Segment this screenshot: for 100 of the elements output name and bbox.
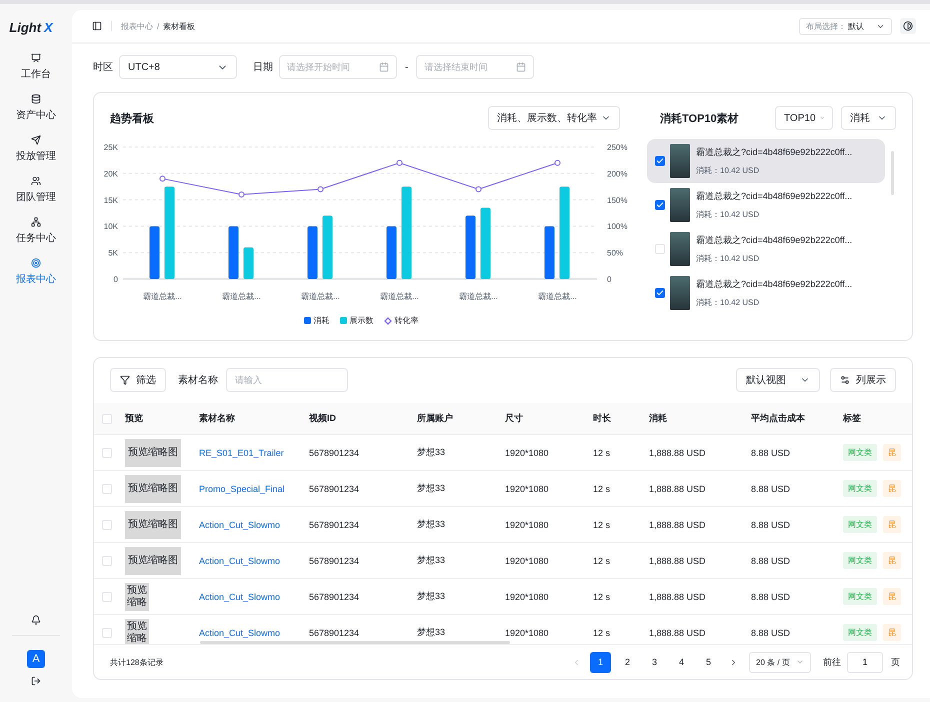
tag: 昆 [883,516,901,533]
date-separator: - [405,62,408,72]
page-button[interactable]: 5 [698,652,719,672]
page-button[interactable]: 3 [644,652,665,672]
axis-label: 15K [104,196,118,205]
users-icon [31,176,41,186]
filter-icon [120,375,130,385]
axis-label: 25K [104,143,118,152]
bar [544,226,554,279]
tag: 昆 [883,624,901,641]
poster-placeholder [670,276,690,310]
nav-item[interactable]: 报表中心 [16,258,56,299]
avatar[interactable]: A [27,650,45,668]
material-link[interactable]: RE_S01_E01_Trailer [199,448,309,458]
tag: 昆 [883,480,901,497]
material-link[interactable]: Promo_Special_Final [199,484,309,494]
axis-label: 0 [607,275,612,284]
axis-label: 20K [104,169,118,178]
table-cell-text: 8.88 USD [751,520,792,530]
tag: 网文类 [843,552,877,569]
axis-label: 150% [607,196,628,205]
sidebar-toggle-icon[interactable] [92,21,102,31]
row-checkbox[interactable] [102,484,112,494]
table-cell-text: 8.88 USD [751,484,792,494]
tag: 昆 [883,444,901,461]
legend-marker [384,316,392,324]
sort-metric-select[interactable]: 消耗 [841,106,896,130]
metric-select[interactable]: 消耗、展示数、转化率 [488,106,620,130]
row-checkbox[interactable] [102,592,112,602]
table-cell-text: 1920*1080 [505,484,550,494]
nav-item[interactable]: 投放管理 [16,135,56,176]
bar [322,216,332,279]
checkbox[interactable] [655,200,665,210]
material-link[interactable]: Action_Cut_Slowmo [199,520,309,530]
presentation-icon [31,53,41,63]
page-button[interactable]: 4 [671,652,692,672]
column-header: 所属账户 [417,412,454,425]
name-filter-field[interactable]: 请输入 [226,368,348,392]
goto-page-field[interactable]: 1 [847,652,883,672]
material-link[interactable]: Action_Cut_Slowmo [199,592,309,602]
total-count: 共计128条记录 [110,656,164,668]
legend-label: 转化率 [394,315,418,326]
row-checkbox[interactable] [102,520,112,530]
row-checkbox[interactable] [102,628,112,638]
bar [386,226,396,279]
nav-item[interactable]: 资产中心 [16,94,56,135]
view-select[interactable]: 默认视图 [736,368,820,392]
tag: 网文类 [843,444,877,461]
layout-select[interactable]: 布局选择： 默认 [799,18,892,34]
axis-label: 霸道总裁... [143,292,182,301]
name-filter-label: 素材名称 [178,374,218,387]
legend-label: 消耗 [314,315,330,326]
bar [466,216,476,279]
axis-label: 霸道总裁... [301,292,340,301]
nav-item[interactable]: 团队管理 [16,176,56,217]
page-button[interactable]: 1 [590,652,611,672]
material-title: 霸道总裁之?cid=4b48f69e92b222c0ff... [696,278,852,291]
thumbnail-caption: 预览缩略图 [128,518,178,530]
axis-label: 霸道总裁... [222,292,261,301]
logout-icon[interactable] [31,676,41,686]
row-checkbox[interactable] [102,556,112,566]
nav-item[interactable]: 工作台 [21,53,51,94]
select-all-checkbox[interactable] [102,414,112,424]
page-size-select[interactable]: 20 条 / 页 [749,652,811,672]
check-icon [656,289,664,297]
columns-button[interactable]: 列展示 [830,368,896,392]
timezone-select[interactable]: UTC+8 [119,55,237,79]
tag: 昆 [883,588,901,605]
table-cell-text: 8.88 USD [751,592,792,602]
axis-label: 250% [607,143,628,152]
checkbox[interactable] [655,156,665,166]
data-point [238,192,244,198]
thumbnail-caption: 预览缩略图 [128,554,178,566]
axis-label: 10K [104,222,118,232]
top-count-select[interactable]: TOP10 [775,106,833,130]
goto-suffix: 页 [891,656,900,668]
material-spend: 消耗：10.42 USD [696,165,760,176]
material-item[interactable]: 霸道总裁之?cid=4b48f69e92b222c0ff... 消耗：10.42 USD [647,139,885,183]
poster-placeholder [670,188,690,222]
scrollbar[interactable] [200,641,510,644]
material-spend: 消耗：10.42 USD [696,297,760,308]
theme-toggle-icon[interactable] [900,18,916,34]
bell-icon[interactable] [31,615,41,625]
table-cell-text: 梦想33 [417,590,446,603]
checkbox[interactable] [655,288,665,298]
axis-label: 200% [607,169,628,178]
nav-item[interactable]: 任务中心 [16,217,56,258]
row-checkbox[interactable] [102,448,112,458]
page-button[interactable]: 2 [617,652,638,672]
material-link[interactable]: Action_Cut_Slowmo [199,628,309,638]
data-point [396,160,402,166]
table-cell-text: 1,888.88 USD [649,484,707,494]
material-title: 霸道总裁之?cid=4b48f69e92b222c0ff... [696,234,852,247]
material-link[interactable]: Action_Cut_Slowmo [199,556,309,566]
breadcrumb-current: 素材看板 [163,20,196,32]
breadcrumb-separator: / [157,22,160,30]
filter-button[interactable]: 筛选 [110,368,166,392]
bar [150,226,160,279]
table-cell-text: 1920*1080 [505,448,550,458]
legend-label: 展示数 [350,315,374,326]
